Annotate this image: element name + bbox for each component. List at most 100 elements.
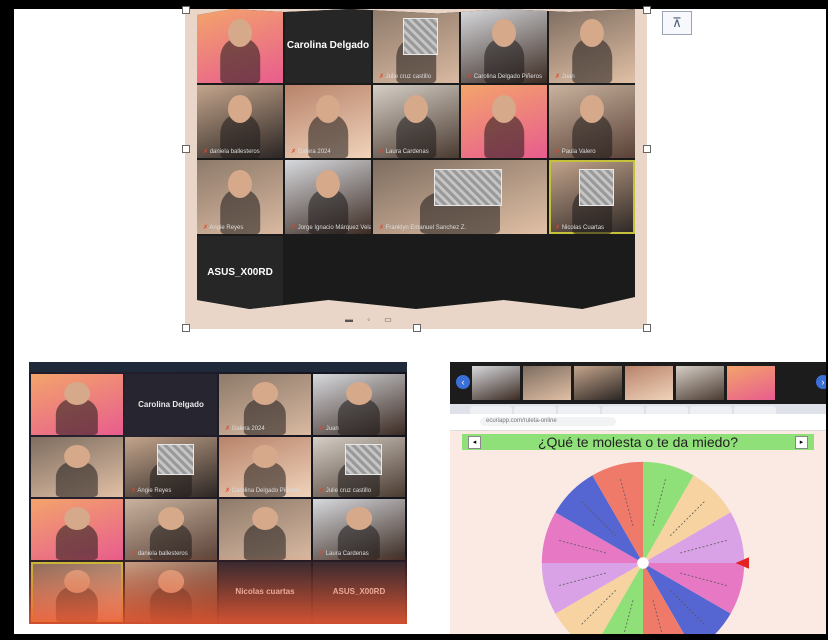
pasted-screenshot-zoom-gallery-2[interactable]: Carolina Delgado Galera 2024 Juan Angie Rey… — [29, 362, 407, 624]
participant-label: daniela ballesteros — [131, 550, 188, 557]
bottom_left-tile[interactable] — [125, 561, 217, 622]
next-question-button[interactable]: ▸ — [795, 436, 808, 449]
participant-face — [64, 444, 90, 468]
participant-label: Julie cruz castillo — [319, 487, 371, 494]
participant-label: Galera 2024 — [291, 148, 331, 155]
bottom_left-tile[interactable]: Angie Reyes — [125, 436, 217, 497]
top_image-tile[interactable]: Jorge Ignacio Márquez Vela — [285, 160, 371, 234]
participant-label: Galera 2024 — [225, 425, 265, 432]
bottom_left-tile[interactable]: ASUS_X00RD — [313, 561, 405, 622]
bottom_left-tile[interactable] — [219, 499, 311, 560]
resize-handle-left[interactable] — [182, 145, 190, 153]
participant-face — [252, 507, 278, 531]
participant-label: Paula Valero — [555, 148, 596, 155]
top_image-tile[interactable]: Juan — [549, 9, 635, 83]
participant-face — [315, 170, 341, 199]
pasted-screenshot-zoom-gallery[interactable]: Carolina Delgado Julie cruz castillo Carol… — [185, 9, 647, 329]
top_image-tile[interactable]: Franklyn Emanuel Sanchez Z. — [373, 160, 547, 234]
thumbnail-tile[interactable] — [676, 366, 724, 400]
participant-face — [227, 170, 253, 199]
participant-label: Franklyn Emanuel Sanchez Z. — [379, 224, 466, 231]
participant-label: Juan — [555, 73, 575, 80]
strip-prev-icon[interactable]: ‹ — [456, 375, 470, 389]
participant-face — [315, 94, 341, 123]
thumbnail-tile[interactable] — [472, 366, 520, 400]
resize-handle-top-left[interactable] — [182, 6, 190, 14]
participant-label: Carolina Delgado Piñeros — [225, 487, 300, 494]
address-bar[interactable]: ecuriapp.com/ruleta-online — [450, 414, 826, 431]
strip-next-icon[interactable]: › — [816, 375, 826, 389]
question-text: ¿Qué te molesta o te da miedo? — [538, 434, 738, 450]
top_image-tile[interactable]: daniela ballesteros — [197, 84, 283, 158]
top_image-tile[interactable]: Nicolas Cuartas — [549, 160, 635, 234]
resize-handle-bottom[interactable] — [413, 324, 421, 332]
pixelated-face-blur — [157, 443, 195, 475]
participant-face — [227, 19, 253, 48]
participant-face — [252, 444, 278, 468]
top_image-tile[interactable]: Julie cruz castillo — [373, 9, 459, 83]
top_image-tile[interactable]: ASUS_X00RD — [197, 235, 283, 309]
bottom_left-tile[interactable]: Laura Cardenas — [313, 499, 405, 560]
bottom_left-tile[interactable] — [31, 499, 123, 560]
bottom_left-tile[interactable]: daniela ballesteros — [125, 499, 217, 560]
thumbnail-tile[interactable] — [727, 366, 775, 400]
bottom_left-tile[interactable]: Nicolas cuartas — [219, 561, 311, 622]
zoom-gallery-grid-2: Carolina Delgado Galera 2024 Juan Angie Rey… — [29, 372, 407, 624]
participant-face — [158, 569, 184, 593]
participant-face — [64, 569, 90, 593]
participant-name: Carolina Delgado — [138, 399, 204, 409]
participant-label: daniela ballesteros — [203, 148, 260, 155]
resize-handle-top-right[interactable] — [643, 6, 651, 14]
participant-label: Carolina Delgado Piñeros — [467, 73, 542, 80]
participant-label: Julie cruz castillo — [379, 73, 431, 80]
layout-options-icon[interactable]: ⊼ — [662, 11, 692, 35]
participant-face — [64, 382, 90, 406]
top_image-tile[interactable] — [461, 84, 547, 158]
participant-label: Angie Reyes — [131, 487, 171, 494]
bottom_left-tile[interactable]: Julie cruz castillo — [313, 436, 405, 497]
bottom_left-tile[interactable]: Galera 2024 — [219, 374, 311, 435]
pixelated-face-blur — [345, 443, 383, 475]
resize-handle-right[interactable] — [643, 145, 651, 153]
bottom_left-tile[interactable] — [31, 561, 123, 622]
bottom_left-tile[interactable]: Carolina Delgado — [125, 374, 217, 435]
participant-face — [579, 19, 605, 48]
spin-wheel[interactable] — [537, 457, 749, 634]
participant-face — [252, 382, 278, 406]
participant-face — [227, 94, 253, 123]
bottom_left-tile[interactable] — [31, 436, 123, 497]
top_image-tile[interactable]: Paula Valero — [549, 84, 635, 158]
thumbnail-tile[interactable] — [574, 366, 622, 400]
top_image-tile[interactable]: Carolina Delgado — [285, 9, 371, 83]
participant-face — [64, 507, 90, 531]
top_image-tile[interactable] — [197, 9, 283, 83]
zoom-top-bar — [29, 362, 407, 372]
top_image-tile[interactable]: Galera 2024 — [285, 84, 371, 158]
top_image-tile[interactable]: Angie Reyes — [197, 160, 283, 234]
top_image-tile[interactable]: Carolina Delgado Piñeros — [461, 9, 547, 83]
participant-face — [346, 507, 372, 531]
resize-handle-bottom-right[interactable] — [643, 324, 651, 332]
participant-label: Jorge Ignacio Márquez Vela — [291, 224, 371, 231]
top_image-tile[interactable]: Laura Cardenas — [373, 84, 459, 158]
bottom_left-tile[interactable]: Juan — [313, 374, 405, 435]
bottom_left-tile[interactable]: Carolina Delgado Piñeros — [219, 436, 311, 497]
question-bar: ◂ ¿Qué te molesta o te da miedo? ▸ — [462, 434, 814, 450]
participant-label: Laura Cardenas — [379, 148, 429, 155]
wheel-hub — [637, 557, 649, 569]
resize-handle-bottom-left[interactable] — [182, 324, 190, 332]
pixelated-face-blur — [433, 168, 502, 207]
participant-name: Nicolas cuartas — [235, 587, 295, 597]
participant-label: Nicolas Cuartas — [555, 224, 604, 231]
pixelated-face-blur — [579, 168, 614, 207]
prev-question-button[interactable]: ◂ — [468, 436, 481, 449]
participant-label: Laura Cardenas — [319, 550, 369, 557]
thumbnail-tile[interactable] — [523, 366, 571, 400]
pasted-screenshot-spin-wheel[interactable]: ‹ › ecuriapp.com/ruleta-online ◂ ¿Qué te… — [450, 362, 826, 634]
participant-face — [403, 94, 429, 123]
thumbnail-tile[interactable] — [625, 366, 673, 400]
participant-face — [579, 94, 605, 123]
participant-face — [346, 382, 372, 406]
bottom_left-tile[interactable] — [31, 374, 123, 435]
participant-label: Angie Reyes — [203, 224, 243, 231]
